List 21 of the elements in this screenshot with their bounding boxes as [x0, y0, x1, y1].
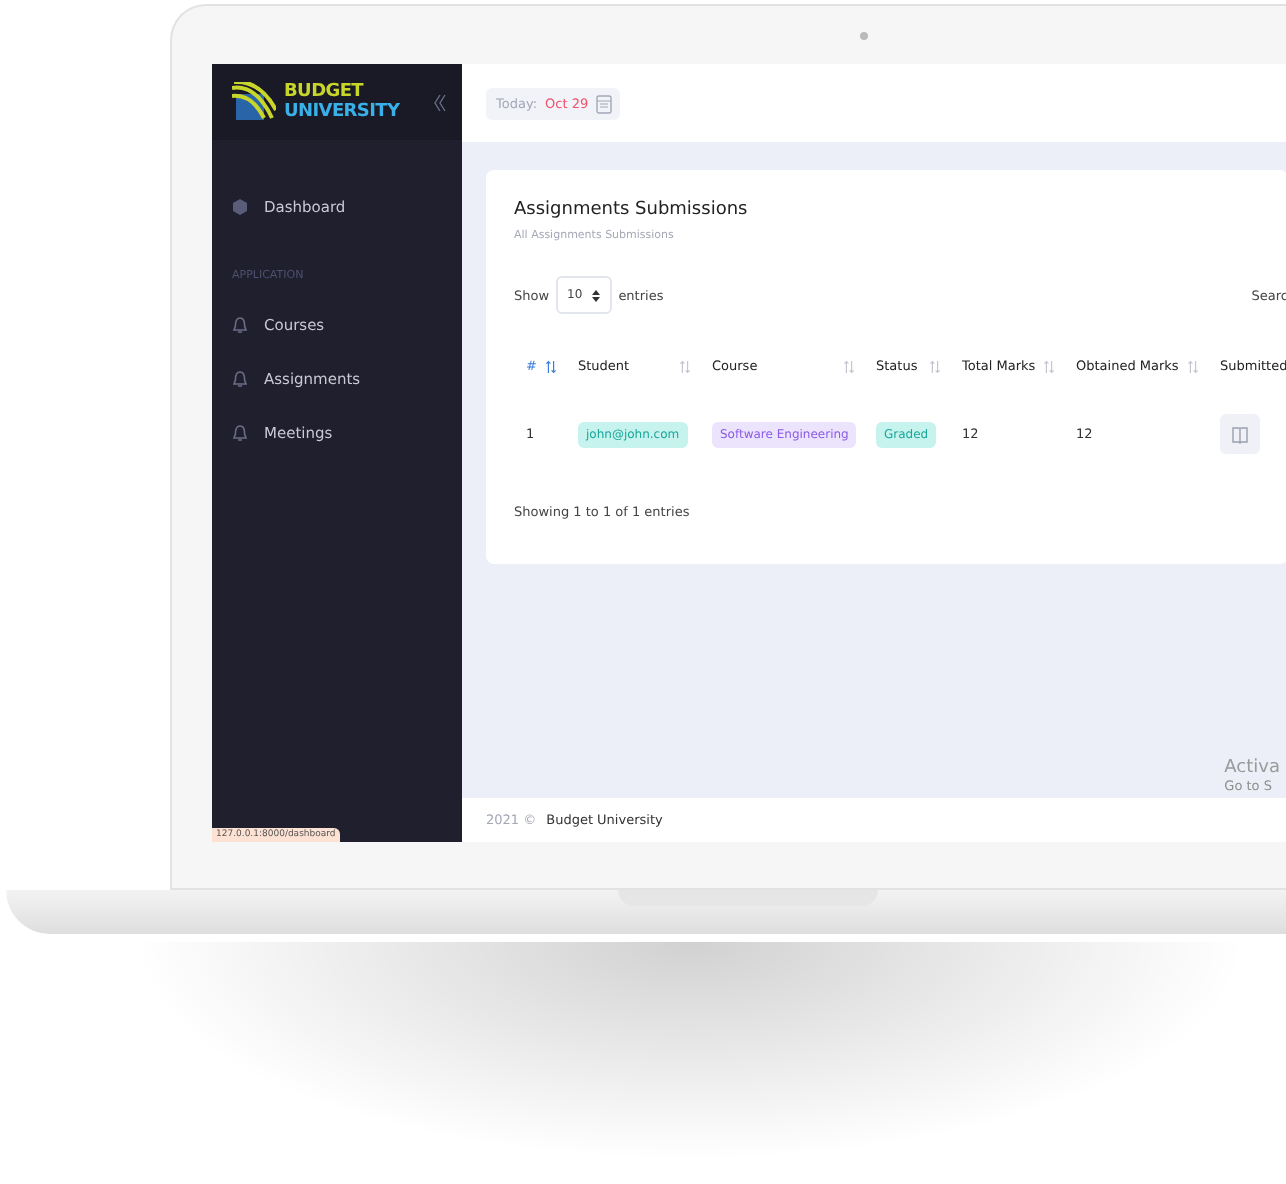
logo-icon — [232, 82, 276, 122]
collapse-icon[interactable] — [434, 93, 446, 111]
sort-icon[interactable] — [930, 359, 940, 373]
bell-icon — [232, 424, 248, 442]
sort-icon[interactable] — [844, 359, 854, 373]
brand-name: BUDGET — [284, 82, 366, 102]
sort-icon[interactable] — [1044, 359, 1054, 373]
calendar-icon[interactable] — [596, 93, 613, 113]
sort-icon[interactable] — [680, 359, 690, 373]
bell-icon — [232, 370, 248, 388]
sort-icon[interactable] — [1188, 359, 1198, 373]
bell-icon — [232, 316, 248, 334]
cube-icon — [232, 198, 248, 216]
view-button[interactable] — [1220, 414, 1260, 454]
stepper-icon — [592, 289, 601, 301]
card-title: Assignments Submissions — [514, 200, 750, 220]
camera-icon — [860, 32, 868, 40]
activation-title: Activa — [1224, 758, 1280, 778]
book-icon — [1232, 425, 1248, 443]
brand-name: UNIVERSITY — [284, 102, 400, 122]
sort-icon[interactable] — [546, 359, 556, 373]
